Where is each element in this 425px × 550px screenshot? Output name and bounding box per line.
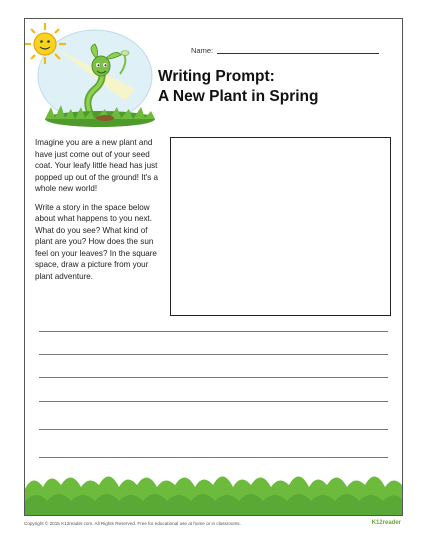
writing-line[interactable] [39,457,388,458]
k12reader-logo[interactable]: K12reader [372,520,401,526]
writing-line[interactable] [39,331,388,332]
writing-line[interactable] [39,354,388,355]
worksheet-page: Name: Writing Prompt: A New Plant in Spr… [24,18,403,516]
name-field[interactable] [217,53,379,54]
footer: Copyright © 2015 K12reader.com. All Righ… [24,520,401,531]
writing-line[interactable] [39,377,388,378]
writing-line[interactable] [39,401,388,402]
sprout-sun-illustration [25,23,155,127]
title-line-2: A New Plant in Spring [158,88,319,105]
title-line-1: Writing Prompt: [158,68,275,85]
drawing-box[interactable] [170,137,391,316]
grass-border [25,476,402,515]
page-title: Writing Prompt: A New Plant in Spring [158,67,318,107]
prompt-paragraph-2: Write a story in the space below about w… [35,202,157,281]
name-label: Name: [191,46,214,55]
writing-prompt-text: Imagine you are a new plant and have jus… [35,137,163,289]
writing-line[interactable] [39,429,388,430]
copyright-text: Copyright © 2015 K12reader.com. All Righ… [24,521,241,526]
prompt-paragraph-1: Imagine you are a new plant and have jus… [35,138,159,193]
